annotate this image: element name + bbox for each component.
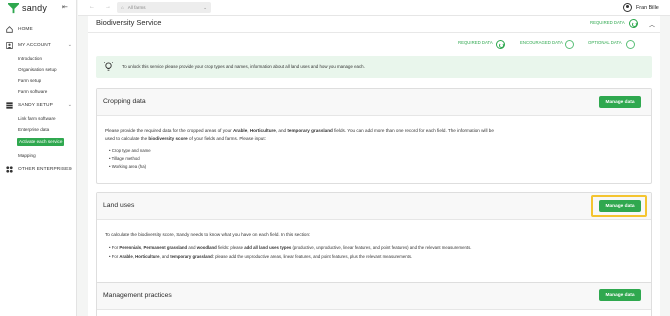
user-icon: [6, 41, 13, 49]
sidebar-item-label: OTHER ENTERPRISES: [18, 166, 72, 172]
sidebar-item-organisation-setup[interactable]: Organisation setup: [18, 66, 57, 73]
text: Working area (ha): [111, 164, 147, 169]
text-bold: Arable: [232, 128, 248, 133]
manage-management-practices-button[interactable]: Manage data: [599, 289, 641, 301]
land-uses-card: Land uses Manage data To calculate the b…: [96, 192, 652, 288]
sidebar-item-label: HOME: [18, 26, 33, 32]
text: fields. You can add more than one record…: [332, 128, 494, 133]
text: Please provide the required data for the…: [105, 128, 233, 133]
text-bold: temporary grassland: [170, 254, 213, 259]
avatar: [623, 3, 632, 12]
land-uses-description: To calculate the biodiversity score, San…: [105, 232, 311, 237]
text: of your fields and farms. Please input:: [187, 136, 266, 141]
info-banner: To unlock this service please provide yo…: [96, 56, 652, 78]
text: , and: [275, 128, 288, 133]
card-title: Cropping data: [103, 98, 146, 105]
service-header[interactable]: Biodiversity Service REQUIRED DATA ︿: [88, 16, 660, 33]
cropping-data-card: Cropping data Manage data Please provide…: [96, 88, 652, 184]
sidebar: sandy ⇤ HOME MY ACCOUNT ⌄ Introduction O…: [0, 0, 77, 316]
sidebar-item-label: MY ACCOUNT: [18, 42, 51, 48]
sidebar-item-link-farm-software[interactable]: Link farm software: [18, 115, 56, 122]
info-text: To unlock this service please provide yo…: [122, 64, 365, 69]
service-status-label: REQUIRED DATA: [590, 20, 625, 25]
legend-required: REQUIRED DATA: [458, 40, 493, 45]
text: Tillage method: [111, 156, 140, 161]
sidebar-item-introduction[interactable]: Introduction: [18, 55, 42, 62]
farm-select[interactable]: ⌂ All farms ⌄: [117, 2, 211, 13]
cropping-description: Please provide the required data for the…: [105, 127, 645, 143]
optional-status-icon: [626, 40, 635, 49]
encouraged-status-icon: [565, 40, 574, 49]
text-bold: Horticulture: [135, 254, 160, 259]
chevron-up-icon[interactable]: ︿: [649, 20, 655, 29]
sidebar-item-label: SANDY SETUP: [18, 102, 53, 108]
sidebar-section-my-account[interactable]: MY ACCOUNT ⌄: [6, 40, 72, 50]
text: Crop type and name: [111, 148, 151, 153]
manage-cropping-data-button[interactable]: Manage data: [599, 96, 641, 108]
list-item: • For Perennials, Permanent grassland an…: [109, 245, 472, 250]
management-practices-card: Management practices Manage data: [96, 282, 652, 316]
list-item: • Crop type and name: [109, 148, 151, 153]
home-icon: [6, 25, 13, 33]
sidebar-section-sandy-setup[interactable]: SANDY SETUP ⌄: [6, 100, 72, 110]
text-bold: add all land uses types: [244, 245, 292, 250]
text-bold: Arable: [119, 254, 133, 259]
text: and: [187, 245, 197, 250]
sidebar-item-activate-each-service[interactable]: Activate each service: [17, 138, 65, 146]
chevron-down-icon: ⌄: [67, 102, 72, 108]
text-bold: biodiversity score: [148, 136, 188, 141]
required-status-icon: [629, 19, 638, 28]
text-bold: Permanent grassland: [143, 245, 188, 250]
forward-arrow-icon[interactable]: →: [105, 4, 111, 10]
card-header: Land uses Manage data: [97, 193, 651, 220]
text: , and: [159, 254, 171, 259]
card-header: Cropping data Manage data: [97, 89, 651, 116]
sidebar-item-farm-software[interactable]: Farm software: [18, 88, 47, 95]
text: fields: please: [216, 245, 245, 250]
required-status-icon: [496, 40, 505, 49]
cluster-icon: [6, 165, 13, 173]
list-item: • Working area (ha): [109, 164, 147, 169]
text: used to calculate the: [105, 136, 149, 141]
text-bold: temporary grassland: [287, 128, 333, 133]
logo-text: sandy: [22, 3, 48, 13]
list-item: • Tillage method: [109, 156, 140, 161]
chevron-right-icon: ›: [70, 166, 72, 172]
sidebar-item-home[interactable]: HOME: [6, 24, 72, 34]
text: (productive, unproductive, linear featur…: [291, 245, 472, 250]
legend-optional: OPTIONAL DATA: [588, 40, 622, 45]
text: : please add the unproductive areas, lin…: [212, 254, 413, 259]
legend-encouraged: ENCOURAGED DATA: [520, 40, 563, 45]
text-bold: Horticulture: [249, 128, 276, 133]
sidebar-section-other-enterprises[interactable]: OTHER ENTERPRISES ›: [6, 164, 72, 174]
service-title: Biodiversity Service: [96, 18, 162, 27]
sidebar-item-farm-setup[interactable]: Farm setup: [18, 77, 41, 84]
logo[interactable]: sandy: [8, 2, 47, 14]
farm-icon: ⌂: [121, 5, 124, 10]
user-menu[interactable]: Fran Bille: [623, 3, 659, 12]
chevron-down-icon: ⌄: [203, 4, 207, 10]
text-bold: Perennials: [119, 245, 142, 250]
card-title: Management practices: [103, 292, 172, 299]
back-arrow-icon[interactable]: ←: [89, 4, 95, 10]
grid-icon: [6, 101, 13, 109]
manage-land-uses-button[interactable]: Manage data: [599, 200, 641, 212]
lightbulb-icon: [104, 62, 113, 71]
text-bold: woodland: [196, 245, 217, 250]
sidebar-item-enterprise-data[interactable]: Enterprise data: [18, 126, 49, 133]
top-bar: ← → ⌂ All farms ⌄ Fran Bille: [78, 0, 670, 16]
chevron-down-icon: ⌄: [67, 42, 72, 48]
farm-select-value: All farms: [127, 5, 146, 10]
list-item: • For Arable, Horticulture, and temporar…: [109, 254, 413, 259]
user-name: Fran Bille: [636, 4, 659, 11]
collapse-sidebar-icon[interactable]: ⇤: [62, 3, 68, 11]
main-content: Biodiversity Service REQUIRED DATA ︿ REQ…: [88, 16, 660, 316]
sidebar-item-mapping[interactable]: Mapping: [18, 152, 36, 159]
card-title: Land uses: [103, 202, 135, 209]
sandy-logo-icon: [8, 2, 19, 13]
card-header: Management practices Manage data: [97, 283, 651, 310]
